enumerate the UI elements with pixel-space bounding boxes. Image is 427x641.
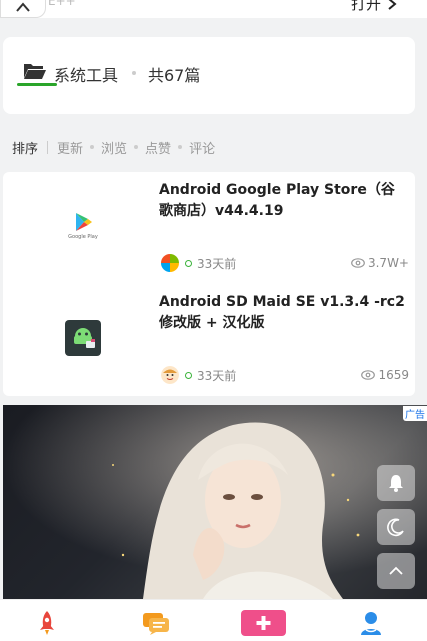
- bottom-nav: [0, 599, 427, 641]
- ad-label[interactable]: 广告: [403, 406, 427, 421]
- notification-button[interactable]: [377, 465, 415, 501]
- ad-image: [3, 405, 427, 599]
- category-card: 系统工具 共67篇: [3, 37, 415, 114]
- author-avatar-icon: [161, 254, 179, 272]
- post-list: Google Play Android Google Play Store（谷歌…: [3, 172, 415, 396]
- nav-profile[interactable]: [358, 609, 384, 637]
- chevron-up-icon: [389, 566, 403, 575]
- category-underline: [17, 83, 57, 86]
- post-meta: 33天前 3.7W+: [161, 254, 409, 272]
- top-bar: E++ 打开: [0, 0, 427, 18]
- view-count: 1659: [378, 368, 409, 382]
- eye-icon: [351, 258, 365, 268]
- top-faded-text: E++: [48, 0, 76, 8]
- chevron-up-icon: [16, 1, 30, 12]
- post-title[interactable]: Android SD Maid SE v1.3.4 -rc2 修改版 + 汉化版: [159, 292, 405, 334]
- list-item[interactable]: Google Play Android Google Play Store（谷歌…: [3, 172, 415, 284]
- post-views: 3.7W+: [351, 256, 409, 270]
- nav-home[interactable]: [34, 609, 60, 637]
- post-time: 33天前: [197, 256, 237, 271]
- online-status-dot: [185, 371, 192, 379]
- eye-icon: [361, 370, 376, 380]
- avatar[interactable]: [161, 254, 179, 272]
- separator-dot: [132, 71, 136, 75]
- view-count: 3.7W+: [367, 256, 409, 270]
- moon-icon: [387, 518, 404, 537]
- open-label: 打开: [350, 0, 381, 13]
- ad-banner[interactable]: 广告: [3, 405, 427, 599]
- sort-option-update[interactable]: 更新: [57, 138, 83, 157]
- post-thumbnail[interactable]: Google Play: [13, 176, 153, 276]
- folder-open-icon: [24, 64, 46, 79]
- online-status-dot: [185, 259, 192, 267]
- scroll-top-button[interactable]: [377, 553, 415, 589]
- sd-maid-app-icon: [65, 320, 101, 356]
- post-meta: 33天前 1659: [161, 366, 409, 384]
- chevron-right-icon: [388, 0, 397, 10]
- sort-bar: 排序 更新 浏览 点赞 评论: [12, 138, 215, 157]
- sort-label: 排序: [12, 141, 39, 157]
- sort-divider: [47, 140, 49, 154]
- open-button[interactable]: 打开: [351, 0, 397, 14]
- separator-dot: [90, 145, 95, 149]
- bell-icon: [389, 475, 403, 492]
- plus-icon: [241, 610, 286, 636]
- chat-icon: [143, 613, 169, 635]
- google-play-logo: Google Play: [68, 212, 98, 240]
- play-store-icon: [76, 213, 92, 231]
- category-count: 共67篇: [148, 66, 201, 85]
- separator-dot: [178, 145, 183, 149]
- sort-option-views[interactable]: 浏览: [101, 138, 127, 157]
- sort-option-comments[interactable]: 评论: [189, 138, 215, 157]
- post-time: 33天前: [197, 368, 237, 383]
- collapse-button[interactable]: [0, 0, 46, 18]
- author-avatar-icon: [161, 366, 179, 384]
- rocket-icon: [40, 611, 54, 635]
- sort-option-likes[interactable]: 点赞: [145, 138, 171, 157]
- nav-community[interactable]: [141, 609, 171, 637]
- separator-dot: [134, 145, 139, 149]
- post-views: 1659: [361, 368, 409, 382]
- list-item[interactable]: Android SD Maid SE v1.3.4 -rc2 修改版 + 汉化版…: [3, 284, 415, 396]
- user-icon: [361, 612, 381, 635]
- nav-publish[interactable]: [241, 609, 286, 637]
- post-thumbnail[interactable]: [13, 288, 153, 388]
- post-title[interactable]: Android Google Play Store（谷歌商店）v44.4.19: [159, 180, 405, 222]
- thumb-caption: Google Play: [68, 234, 98, 240]
- dark-mode-button[interactable]: [377, 509, 415, 545]
- category-name: 系统工具: [54, 66, 119, 85]
- avatar[interactable]: [161, 366, 179, 384]
